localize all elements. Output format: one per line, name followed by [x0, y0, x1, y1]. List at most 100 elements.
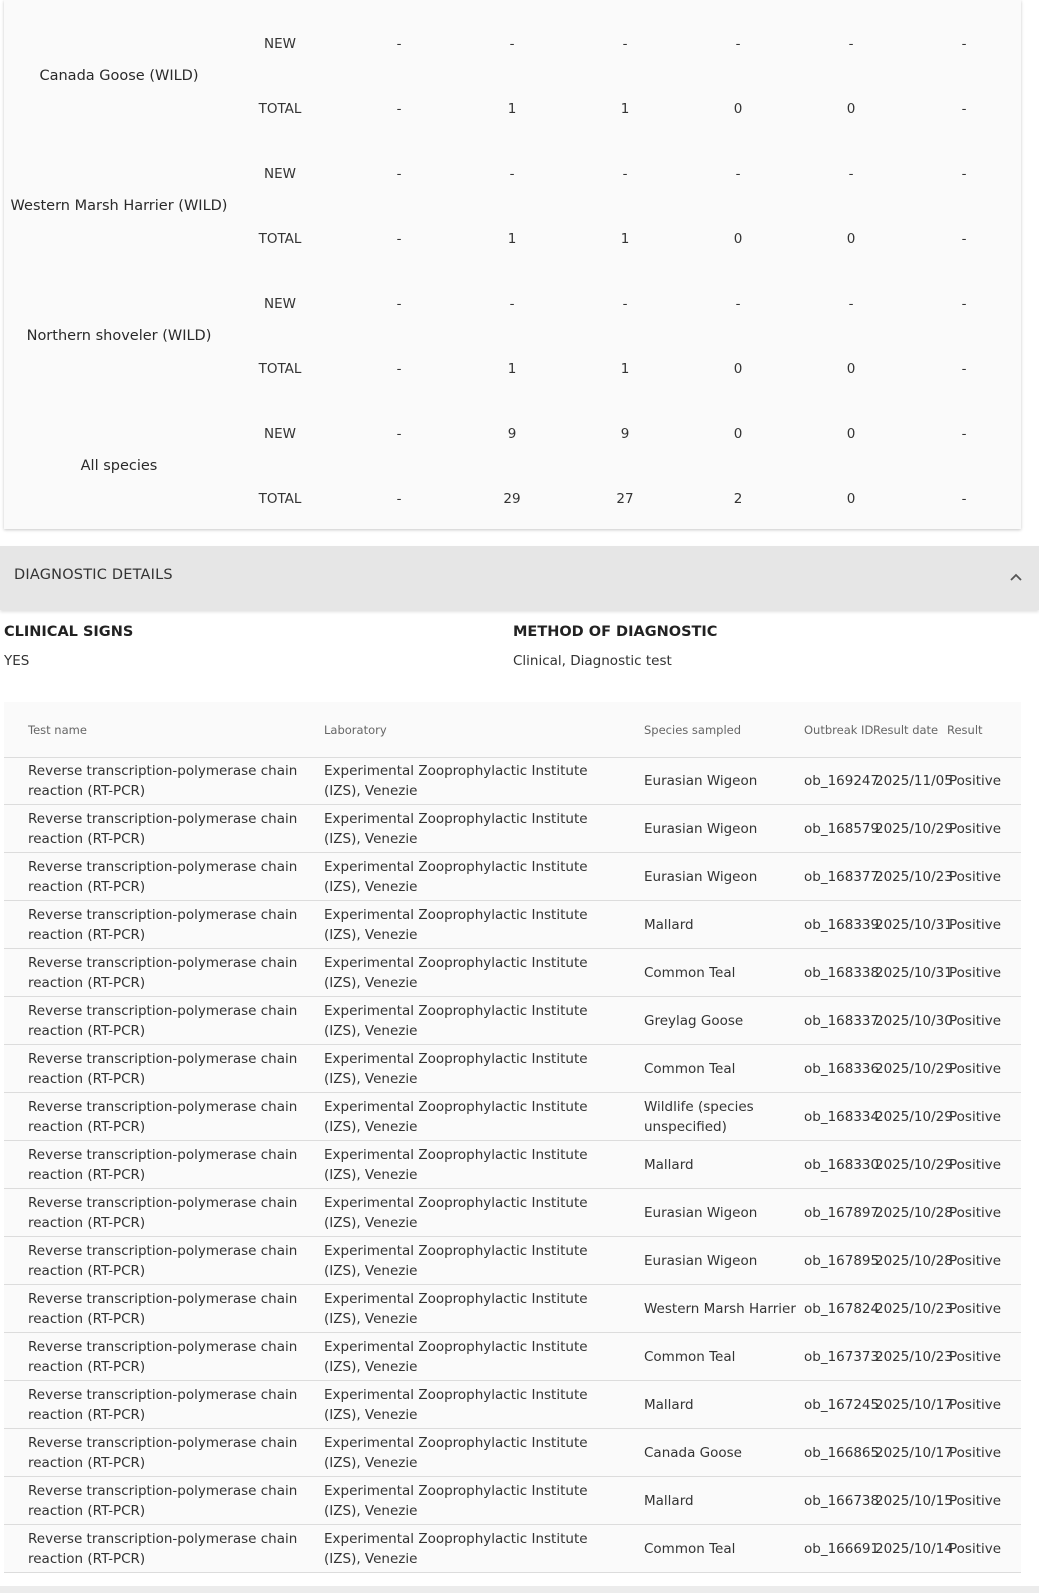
total-label: TOTAL: [258, 361, 302, 377]
chevron-up-icon[interactable]: [1006, 568, 1026, 588]
table-row[interactable]: Reverse transcription-polymerase chain r…: [4, 1429, 1021, 1477]
result-date-cell-text: 2025/10/29: [875, 1156, 953, 1173]
table-row[interactable]: Reverse transcription-polymerase chain r…: [4, 757, 1021, 805]
species-sampled-cell: Eurasian Wigeon: [644, 805, 804, 852]
count-cell: -: [509, 296, 515, 312]
result-cell: Positive: [949, 997, 1001, 1044]
laboratory-cell: Experimental Zooprophylactic Institute (…: [324, 1477, 624, 1524]
test-name-cell: Reverse transcription-polymerase chain r…: [28, 1045, 298, 1092]
test-name-cell-text: Reverse transcription-polymerase chain r…: [28, 1002, 298, 1039]
species-group: Canada Goose (WILD) NEW - - - - - - TOTAL - 1 1 0 0 -: [4, 10, 1021, 140]
species-sampled-cell-text: Common Teal: [644, 1348, 736, 1365]
table-row[interactable]: Reverse transcription-polymerase chain r…: [4, 1093, 1021, 1141]
count-cell: 1: [620, 231, 630, 247]
laboratory-cell-text: Experimental Zooprophylactic Institute (…: [324, 810, 588, 847]
new-label: NEW: [264, 426, 296, 442]
count-cell: -: [396, 166, 402, 182]
header-species-sampled[interactable]: Species sampled: [644, 723, 741, 737]
header-result[interactable]: Result: [947, 723, 983, 737]
table-row[interactable]: Reverse transcription-polymerase chain r…: [4, 1285, 1021, 1333]
count-cell: -: [735, 166, 741, 182]
result-date-cell: 2025/10/29: [875, 1141, 953, 1188]
table-row[interactable]: Reverse transcription-polymerase chain r…: [4, 901, 1021, 949]
result-date-cell: 2025/10/23: [875, 853, 953, 900]
count-cell: -: [396, 36, 402, 52]
outbreak-id-cell: ob_168338: [804, 949, 879, 996]
table-row[interactable]: Reverse transcription-polymerase chain r…: [4, 1333, 1021, 1381]
test-name-cell: Reverse transcription-polymerase chain r…: [28, 1525, 298, 1572]
diagnostic-tests-table: Test name Laboratory Species sampled Out…: [4, 702, 1021, 1573]
table-row[interactable]: Reverse transcription-polymerase chain r…: [4, 853, 1021, 901]
outbreak-id-cell: ob_168334: [804, 1093, 879, 1140]
table-row[interactable]: Reverse transcription-polymerase chain r…: [4, 1189, 1021, 1237]
header-result-date[interactable]: Result date: [873, 723, 938, 737]
count-cell: -: [396, 361, 402, 377]
test-name-cell: Reverse transcription-polymerase chain r…: [28, 1477, 298, 1524]
count-cell: -: [961, 231, 967, 247]
species-name: All species: [80, 458, 158, 474]
outbreak-id-cell-text: ob_168330: [804, 1156, 880, 1173]
species-sampled-cell-text: Eurasian Wigeon: [644, 1252, 758, 1269]
species-sampled-cell-text: Eurasian Wigeon: [644, 772, 758, 789]
test-name-cell-text: Reverse transcription-polymerase chain r…: [28, 1482, 298, 1519]
count-cell: 0: [733, 101, 743, 117]
count-cell: 9: [507, 426, 517, 442]
method-of-diagnostic-label: METHOD OF DIAGNOSTIC: [513, 624, 718, 640]
test-name-cell: Reverse transcription-polymerase chain r…: [28, 1189, 298, 1236]
table-row[interactable]: Reverse transcription-polymerase chain r…: [4, 1237, 1021, 1285]
count-cell: -: [961, 101, 967, 117]
total-label: TOTAL: [258, 491, 302, 507]
table-row[interactable]: Reverse transcription-polymerase chain r…: [4, 949, 1021, 997]
result-cell-text: Positive: [949, 964, 1002, 981]
laboratory-cell-text: Experimental Zooprophylactic Institute (…: [324, 1434, 588, 1471]
outbreak-id-cell-text: ob_169247: [804, 772, 880, 789]
result-cell: Positive: [949, 1237, 1001, 1284]
laboratory-cell-text: Experimental Zooprophylactic Institute (…: [324, 1338, 588, 1375]
laboratory-cell-text: Experimental Zooprophylactic Institute (…: [324, 1194, 588, 1231]
table-row[interactable]: Reverse transcription-polymerase chain r…: [4, 1045, 1021, 1093]
result-cell: Positive: [949, 1477, 1001, 1524]
species-new-row: NEW - - - - - -: [4, 164, 1021, 184]
test-name-cell: Reverse transcription-polymerase chain r…: [28, 1429, 298, 1476]
table-row[interactable]: Reverse transcription-polymerase chain r…: [4, 1477, 1021, 1525]
species-total-row: TOTAL - 29 27 2 0 -: [4, 489, 1021, 509]
table-row[interactable]: Reverse transcription-polymerase chain r…: [4, 997, 1021, 1045]
result-cell-text: Positive: [949, 1444, 1002, 1461]
test-name-cell-text: Reverse transcription-polymerase chain r…: [28, 1242, 298, 1279]
header-test-name[interactable]: Test name: [28, 723, 87, 737]
table-row[interactable]: Reverse transcription-polymerase chain r…: [4, 1525, 1021, 1573]
species-total-row: TOTAL - 1 1 0 0 -: [4, 229, 1021, 249]
table-row[interactable]: Reverse transcription-polymerase chain r…: [4, 1141, 1021, 1189]
header-laboratory[interactable]: Laboratory: [324, 723, 387, 737]
result-cell-text: Positive: [949, 916, 1002, 933]
species-sampled-cell: Common Teal: [644, 949, 804, 996]
table-row[interactable]: Reverse transcription-polymerase chain r…: [4, 1381, 1021, 1429]
result-date-cell: 2025/10/29: [875, 1093, 953, 1140]
result-date-cell-text: 2025/10/31: [875, 964, 953, 981]
result-date-cell: 2025/10/14: [875, 1525, 953, 1572]
count-cell: 0: [733, 426, 743, 442]
outbreak-id-cell: ob_167245: [804, 1381, 879, 1428]
count-cell: 29: [503, 491, 521, 507]
diagnostic-details-header[interactable]: DIAGNOSTIC DETAILS: [0, 546, 1039, 610]
species-group: Western Marsh Harrier (WILD) NEW - - - - - - TOT…: [4, 140, 1021, 270]
laboratory-cell-text: Experimental Zooprophylactic Institute (…: [324, 1146, 588, 1183]
species-sampled-cell: Common Teal: [644, 1333, 804, 1380]
test-name-cell: Reverse transcription-polymerase chain r…: [28, 1093, 298, 1140]
species-name: Canada Goose (WILD): [39, 68, 199, 84]
test-name-cell-text: Reverse transcription-polymerase chain r…: [28, 906, 298, 943]
result-date-cell-text: 2025/10/28: [875, 1204, 953, 1221]
result-cell-text: Positive: [949, 820, 1002, 837]
result-date-cell-text: 2025/11/05: [875, 772, 953, 789]
laboratory-cell-text: Experimental Zooprophylactic Institute (…: [324, 1482, 588, 1519]
table-row[interactable]: Reverse transcription-polymerase chain r…: [4, 805, 1021, 853]
species-group: Northern shoveler (WILD) NEW - - - - - - TOTAL - 1…: [4, 270, 1021, 400]
laboratory-cell-text: Experimental Zooprophylactic Institute (…: [324, 1050, 588, 1087]
result-date-cell-text: 2025/10/15: [875, 1492, 953, 1509]
test-name-cell-text: Reverse transcription-polymerase chain r…: [28, 1050, 298, 1087]
species-sampled-cell: Mallard: [644, 901, 804, 948]
header-outbreak-id[interactable]: Outbreak ID: [804, 723, 873, 737]
outbreak-id-cell-text: ob_167824: [804, 1300, 880, 1317]
result-date-cell: 2025/10/30: [875, 997, 953, 1044]
species-sampled-cell: Mallard: [644, 1141, 804, 1188]
